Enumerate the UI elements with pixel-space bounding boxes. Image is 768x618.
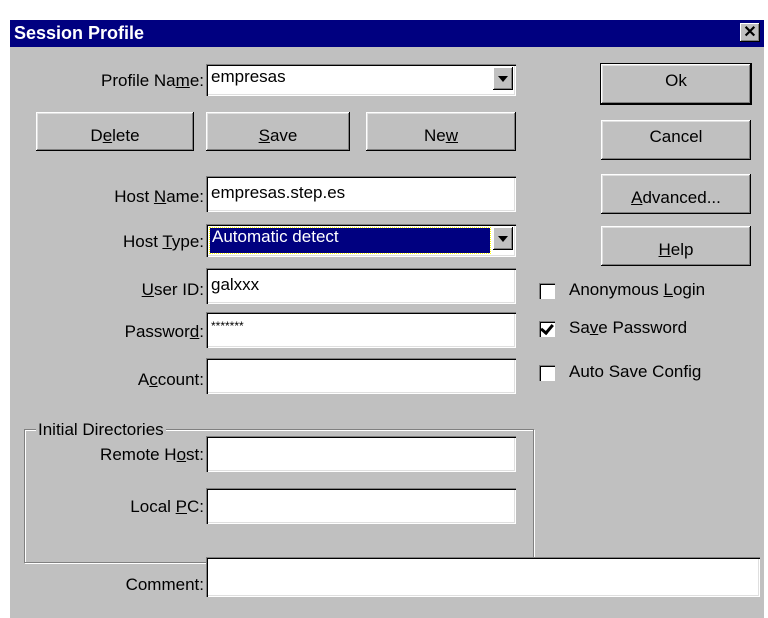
password-label: Password:	[124, 322, 204, 341]
close-button[interactable]: ✕	[740, 23, 760, 42]
advanced-button[interactable]: Advanced...	[601, 174, 751, 214]
user-id-value: galxxx	[211, 275, 260, 294]
profile-name-label: Profile Name:	[101, 71, 204, 90]
profile-name-combobox[interactable]: empresas	[206, 64, 516, 96]
anonymous-login-label[interactable]: Anonymous Login	[569, 280, 705, 300]
remote-host-input[interactable]	[206, 436, 516, 472]
auto-save-config-label[interactable]: Auto Save Config	[569, 362, 701, 382]
delete-button-label: Delete	[90, 126, 140, 145]
save-password-label[interactable]: Save Password	[569, 318, 687, 338]
profile-name-value: empresas	[211, 67, 286, 86]
new-button[interactable]: New	[366, 112, 516, 151]
local-pc-input[interactable]	[206, 488, 516, 524]
comment-input[interactable]	[206, 557, 760, 597]
host-type-selected: Automatic detect	[209, 227, 491, 254]
host-type-label: Host Type:	[123, 232, 204, 251]
cancel-button-label: Cancel	[649, 127, 703, 146]
host-name-input[interactable]: empresas.step.es	[206, 176, 516, 212]
initial-directories-legend: Initial Directories	[36, 420, 166, 440]
host-name-label: Host Name:	[114, 187, 204, 206]
profile-name-dropdown-arrow-icon[interactable]	[493, 67, 513, 90]
save-button-label: Save	[258, 126, 298, 145]
local-pc-label: Local PC:	[130, 497, 204, 516]
host-type-dropdown-arrow-icon[interactable]	[493, 227, 513, 250]
password-input[interactable]: *******	[206, 312, 516, 348]
user-id-label: User ID:	[141, 280, 204, 299]
anonymous-login-checkbox[interactable]	[539, 283, 555, 299]
host-name-value: empresas.step.es	[211, 183, 346, 202]
title-bar: Session Profile ✕	[10, 20, 764, 47]
window-title: Session Profile	[14, 23, 145, 43]
session-profile-dialog: Session Profile ✕ Profile Name: empresas…	[10, 20, 764, 618]
password-value: *******	[211, 319, 244, 333]
advanced-button-label: Advanced...	[631, 188, 721, 207]
close-icon: ✕	[743, 24, 757, 41]
auto-save-config-checkbox[interactable]	[539, 365, 555, 381]
account-input[interactable]	[206, 358, 516, 394]
cancel-button[interactable]: Cancel	[601, 120, 751, 160]
remote-host-label: Remote Host:	[100, 445, 204, 464]
ok-button[interactable]: Ok	[600, 63, 752, 105]
new-button-label: New	[423, 126, 458, 145]
account-label: Account:	[137, 370, 204, 389]
comment-label: Comment:	[125, 575, 204, 594]
user-id-input[interactable]: galxxx	[206, 268, 516, 304]
delete-button[interactable]: Delete	[36, 112, 194, 151]
help-button-label: Help	[658, 240, 694, 259]
save-button[interactable]: Save	[206, 112, 350, 151]
help-button[interactable]: Help	[601, 226, 751, 266]
ok-button-label: Ok	[665, 71, 687, 90]
host-type-combobox[interactable]: Automatic detect	[206, 224, 516, 257]
save-password-checkbox[interactable]	[539, 321, 555, 337]
